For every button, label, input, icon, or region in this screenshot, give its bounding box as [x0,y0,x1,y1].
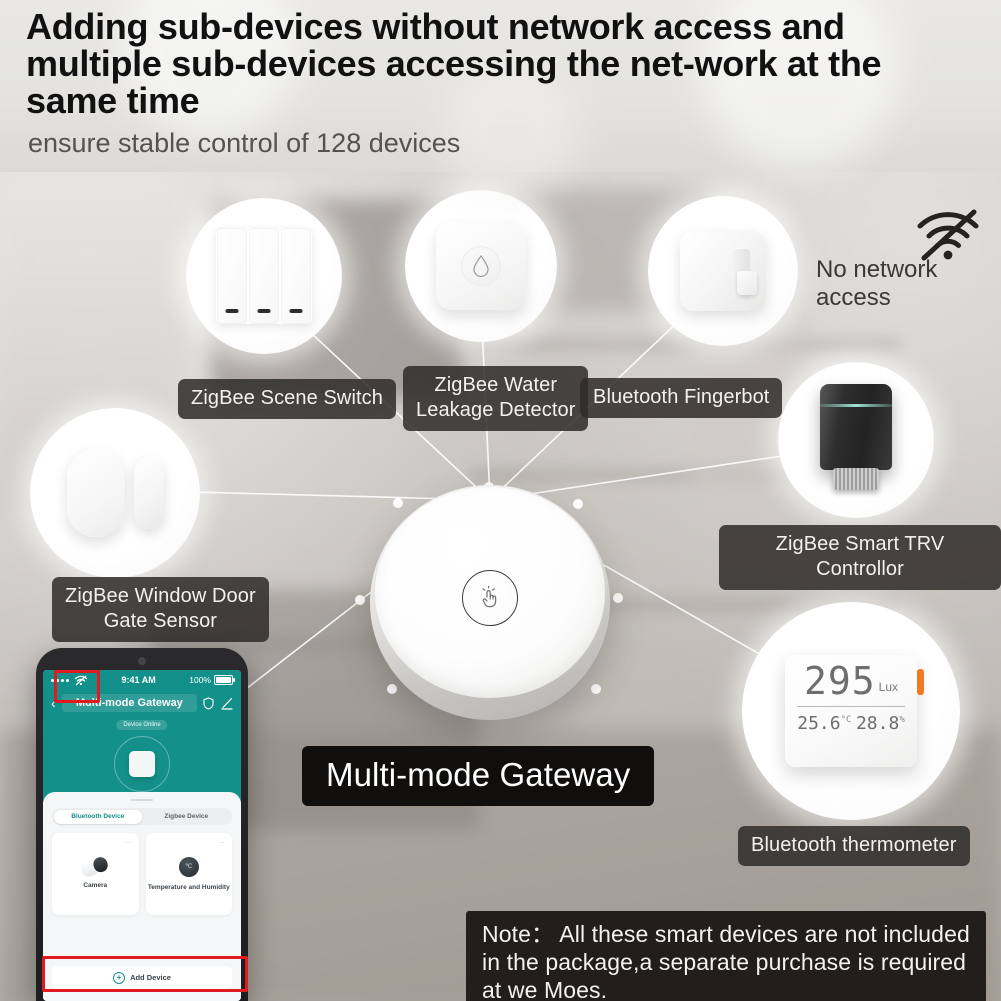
fingerbot-icon [680,231,766,311]
temperature-value: 25.6 [797,713,841,734]
temp-humidity-icon: ℃ [178,856,199,877]
phone-device-tabs: Bluetooth Device Zigbee Device [52,808,232,825]
label-door-sensor: ZigBee Window Door Gate Sensor [52,577,269,642]
tap-finger-icon [482,585,497,607]
phone-screen: 9:41 AM 100% ‹ Multi-mode Gateway Device… [43,670,241,1001]
thermometer-icon: 295 Lux 25.6°C 28.8% [785,655,924,767]
device-card-label: Temperature and Humidity [147,883,230,891]
shield-icon[interactable] [203,696,214,710]
label-water-leak: ZigBee Water Leakage Detector [403,366,589,431]
device-circle-door-sensor [30,408,200,578]
highlight-box-add-device [42,956,248,992]
label-scene-switch: ZigBee Scene Switch [178,379,396,419]
highlight-box-wifi [54,670,100,703]
temperature-unit: °C [840,715,852,725]
device-card-camera[interactable]: ⋯ Camera [52,833,139,915]
battery-icon [214,675,235,685]
lux-unit: Lux [878,680,898,694]
device-circle-scene-switch [186,198,342,354]
phone-device-grid: ⋯ Camera ⋯ ℃ Temperature and Humidity [52,833,232,915]
humidity-value: 28.8 [855,713,900,734]
door-sensor-icon [66,449,164,537]
page-headline: Adding sub-devices without network acces… [26,6,882,121]
note-text: Note： All these smart devices are not in… [466,911,986,1001]
phone-gateway-illustration [114,736,170,792]
multi-mode-gateway-hub[interactable] [370,485,610,720]
humidity-unit: % [899,715,905,725]
thermometer-side-button [917,669,924,695]
gateway-icon [129,751,155,777]
more-dots-icon[interactable]: ⋯ [218,839,226,847]
device-card-temp-humidity[interactable]: ⋯ ℃ Temperature and Humidity [145,833,232,915]
lux-value: 295 [804,659,876,703]
device-circle-thermometer: 295 Lux 25.6°C 28.8% [742,602,960,820]
more-dots-icon[interactable]: ⋯ [125,839,133,847]
device-circle-trv [778,362,934,518]
camera-icon [80,854,110,878]
phone-clock: 9:41 AM [121,675,156,685]
tab-bluetooth-device[interactable]: Bluetooth Device [53,809,142,824]
wall-switch-icon [216,228,312,324]
battery-percent: 100% [189,675,211,685]
sheet-grab-handle[interactable] [131,799,153,801]
water-leak-sensor-art [436,222,526,310]
water-drop-icon [473,255,489,277]
label-fingerbot: Bluetooth Fingerbot [580,378,783,418]
label-multi-mode-gateway: Multi-mode Gateway [302,746,655,806]
header-banner: Adding sub-devices without network acces… [0,0,1001,200]
no-network-access-label: No network access [816,256,938,311]
device-circle-water-leak [405,190,557,342]
poster-stage: 295 Lux 25.6°C 28.8% No network access Z… [0,0,1001,1001]
phone-mockup: 9:41 AM 100% ‹ Multi-mode Gateway Device… [36,648,248,1001]
device-card-label: Camera [83,881,108,889]
pencil-icon[interactable] [221,697,233,710]
tab-zigbee-device[interactable]: Zigbee Device [142,810,231,824]
phone-battery-indicator: 100% [189,675,235,685]
phone-device-status: Device Online [116,720,168,730]
page-subheadline: ensure stable control of 128 devices [28,128,461,158]
device-circle-fingerbot [648,196,798,346]
label-trv: ZigBee Smart TRV Controllor [719,525,1001,590]
phone-camera [138,657,146,665]
radiator-valve-icon [820,384,892,496]
hub-touch-button[interactable] [462,569,518,626]
label-thermometer: Bluetooth thermometer [738,826,970,866]
